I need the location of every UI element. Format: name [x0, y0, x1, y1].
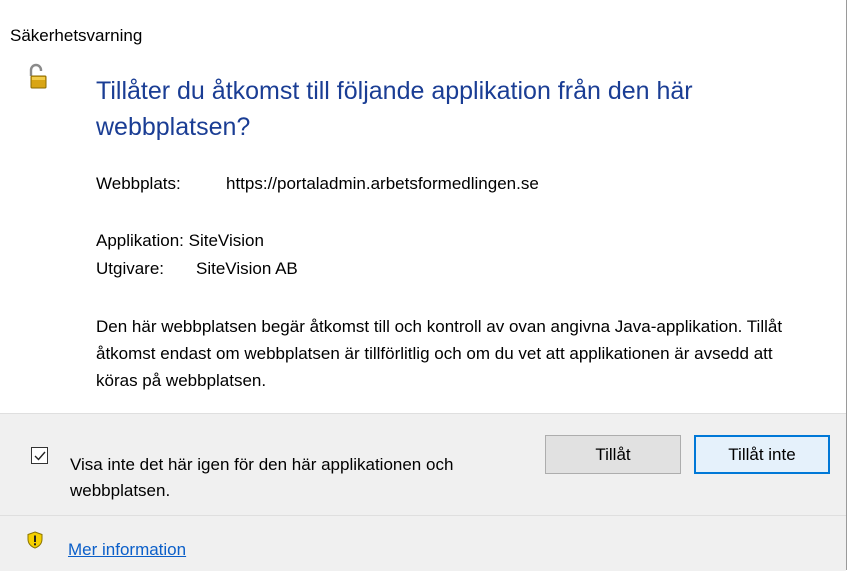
dont-show-again-checkbox[interactable] — [31, 447, 48, 464]
dialog-title: Säkerhetsvarning — [10, 26, 143, 45]
deny-button[interactable]: Tillåt inte — [694, 435, 830, 474]
more-information-link[interactable]: Mer information — [68, 540, 186, 560]
warning-shield-icon — [27, 531, 43, 549]
unlocked-padlock-icon — [22, 62, 52, 92]
description-text: Den här webbplatsen begär åtkomst till o… — [96, 317, 783, 390]
security-warning-dialog: Säkerhetsvarning Tillåter du åtkomst til… — [0, 0, 847, 571]
allow-button[interactable]: Tillåt — [545, 435, 681, 474]
publisher-value: SiteVision AB — [196, 259, 298, 278]
publisher-row: Utgivare: SiteVision AB — [96, 259, 298, 279]
site-value: https://portaladmin.arbetsformedlingen.s… — [226, 174, 539, 193]
site-row: Webbplats: https://portaladmin.arbetsform… — [96, 174, 539, 194]
publisher-label: Utgivare: — [96, 259, 165, 278]
dont-show-again-label[interactable]: Visa inte det här igen för den här appli… — [70, 452, 540, 504]
footer-divider — [0, 515, 846, 516]
site-label: Webbplats: — [96, 174, 181, 193]
checkmark-icon — [34, 451, 46, 461]
application-row: Applikation: SiteVision — [96, 231, 264, 251]
application-label: Applikation: — [96, 231, 184, 250]
application-value: SiteVision — [188, 231, 264, 250]
dialog-footer: Visa inte det här igen för den här appli… — [0, 413, 846, 571]
dialog-heading: Tillåter du åtkomst till följande applik… — [96, 77, 693, 141]
